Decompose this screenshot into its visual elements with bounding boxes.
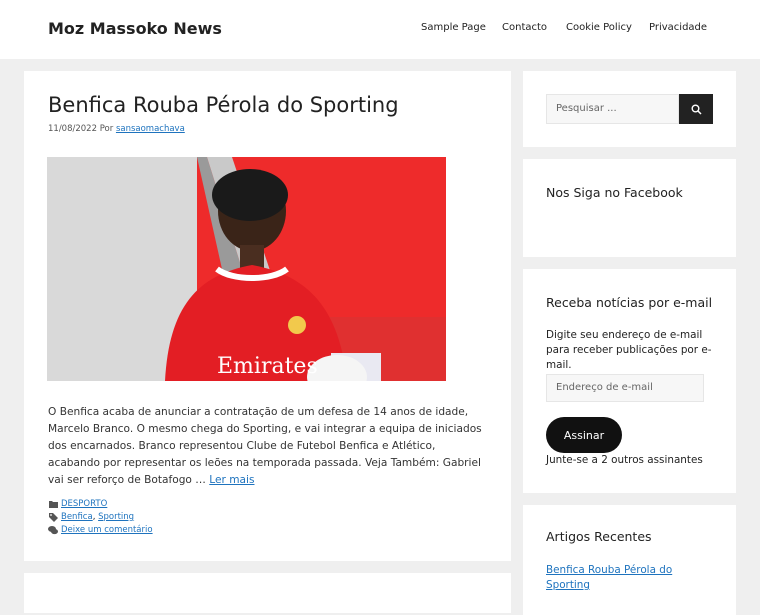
tag-link-benfica[interactable]: Benfica — [61, 512, 93, 522]
nav-privacidade[interactable]: Privacidade — [649, 22, 707, 33]
tag-link-sporting[interactable]: Sporting — [98, 512, 134, 522]
recent-post-link[interactable]: Benfica Rouba Pérola do Sporting — [546, 563, 686, 593]
recent-posts-widget — [523, 505, 736, 615]
post-excerpt-text: O Benfica acaba de anunciar a contrataçã… — [48, 406, 482, 486]
read-more-link[interactable]: Ler mais — [209, 474, 254, 486]
next-article-card — [24, 573, 511, 613]
site-header: Moz Massoko News Sample Page Contacto Co… — [0, 0, 760, 59]
post-date[interactable]: 11/08/2022 — [48, 124, 97, 134]
site-title[interactable]: Moz Massoko News — [48, 19, 222, 38]
search-button[interactable] — [679, 94, 713, 124]
recent-posts-title: Artigos Recentes — [546, 529, 652, 544]
nav-contacto[interactable]: Contacto — [502, 22, 547, 33]
nav-cookie-policy[interactable]: Cookie Policy — [566, 22, 632, 33]
post-author-link[interactable]: sansaomachava — [116, 124, 185, 134]
subscribe-button[interactable]: Assinar — [546, 417, 622, 453]
email-widget-title: Receba notícias por e-mail — [546, 295, 713, 310]
folder-icon — [48, 499, 58, 509]
post-meta: 11/08/2022 Por sansaomachava — [48, 124, 185, 134]
comment-icon — [48, 525, 58, 535]
nav-sample-page[interactable]: Sample Page — [421, 22, 486, 33]
facebook-widget — [523, 159, 736, 257]
post-category-row: DESPORTO — [48, 499, 107, 509]
featured-image[interactable]: Emirates — [47, 157, 446, 381]
post-title[interactable]: Benfica Rouba Pérola do Sporting — [48, 93, 399, 117]
tag-separator: , — [92, 512, 96, 522]
post-excerpt: O Benfica acaba de anunciar a contrataçã… — [48, 404, 488, 489]
facebook-widget-title: Nos Siga no Facebook — [546, 185, 683, 200]
post-comment-row: Deixe um comentário — [48, 525, 153, 535]
category-link[interactable]: DESPORTO — [61, 499, 107, 509]
comment-link[interactable]: Deixe um comentário — [61, 525, 153, 535]
post-by-label: Por — [99, 124, 114, 134]
subscribers-count-text: Junte-se a 2 outros assinantes — [546, 454, 703, 466]
featured-image-art: Emirates — [47, 157, 446, 381]
tag-icon — [48, 512, 58, 522]
search-icon — [691, 100, 702, 119]
email-field[interactable]: Endereço de e-mail — [546, 374, 704, 402]
shirt-sponsor-text: Emirates — [217, 354, 318, 379]
email-widget-description: Digite seu endereço de e-mail para receb… — [546, 329, 712, 371]
post-tags-row: Benfica, Sporting — [48, 512, 134, 522]
search-input[interactable]: Pesquisar ... — [546, 94, 679, 124]
